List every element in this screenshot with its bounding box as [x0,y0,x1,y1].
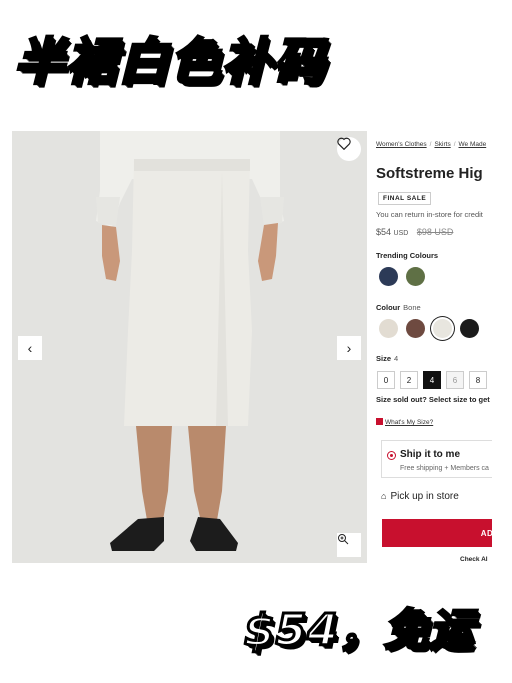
size-guide-link[interactable]: What's My Size? [376,418,433,426]
trending-swatch-navy[interactable] [379,267,398,286]
original-price: $98 USD [416,227,454,237]
check-all-stores-link[interactable]: Check Al [460,556,488,563]
trending-swatch-green[interactable] [406,267,425,286]
store-icon: ⌂ [381,491,387,501]
price-promo-overlay: $54，免运 [243,604,475,658]
breadcrumb: Women's Clothes / Skirts / We Made [376,141,486,148]
sold-out-note: Size sold out? Select size to get [376,395,490,404]
price-currency: USD [393,230,409,237]
breadcrumb-separator: / [453,141,456,148]
size-guide-text: What's My Size? [385,419,434,426]
next-image-button[interactable]: › [337,336,361,360]
ruler-icon [376,418,383,425]
size-label-text: Size [376,354,392,363]
size-option-6[interactable]: 6 [446,371,464,389]
selected-colour-name: Bone [403,303,421,312]
heart-icon [337,137,351,150]
chevron-right-icon: › [346,340,352,356]
colour-swatch-brown[interactable] [406,319,425,338]
size-option-8[interactable]: 8 [469,371,487,389]
breadcrumb-womens-clothes[interactable]: Women's Clothes [376,141,427,148]
price: $54 USD $98 USD [376,227,453,237]
colour-swatch-black[interactable] [460,319,479,338]
product-info-panel: Women's Clothes / Skirts / We Made Softstrem… [376,131,492,563]
breadcrumb-separator: / [429,141,432,148]
sale-price: $54 [376,227,392,237]
ship-option[interactable]: Ship it to me Free shipping + Members ca [381,440,492,478]
ship-radio[interactable] [387,451,396,460]
product-title: Softstreme Hig [376,165,483,182]
zoom-button[interactable] [337,533,361,557]
selected-size: 4 [394,354,399,363]
ship-subtitle: Free shipping + Members ca [400,465,489,472]
previous-image-button[interactable]: ‹ [18,336,42,360]
size-option-0[interactable]: 0 [377,371,395,389]
ship-title: Ship it to me [400,449,460,460]
wishlist-button[interactable] [337,137,361,161]
breadcrumb-we-made[interactable]: We Made [459,141,487,148]
chevron-left-icon: ‹ [27,340,33,356]
trending-colours-label: Trending Colours [376,251,439,260]
product-page-screenshot: ‹ › Women's Clothes / Skirts / We Made Softs… [12,131,492,563]
headline-overlay: 半裙白色补码 [13,32,326,93]
breadcrumb-skirts[interactable]: Skirts [434,141,450,148]
final-sale-badge: FINAL SALE [378,192,432,205]
add-to-bag-button[interactable]: AD [382,519,492,547]
colour-label: Colour Bone [376,303,421,312]
pickup-option[interactable]: ⌂ Pick up in store [381,491,459,502]
return-note: You can return in-store for credit [376,210,483,219]
zoom-in-icon [338,534,349,545]
colour-swatch-light[interactable] [379,319,398,338]
model-illustration [12,131,367,563]
colour-swatch-bone[interactable] [433,319,452,338]
size-label: Size 4 [376,354,398,363]
size-option-4[interactable]: 4 [423,371,441,389]
colour-label-text: Colour [376,303,401,312]
pickup-label: Pick up in store [390,491,459,502]
size-option-2[interactable]: 2 [400,371,418,389]
product-image[interactable]: ‹ › [12,131,367,563]
